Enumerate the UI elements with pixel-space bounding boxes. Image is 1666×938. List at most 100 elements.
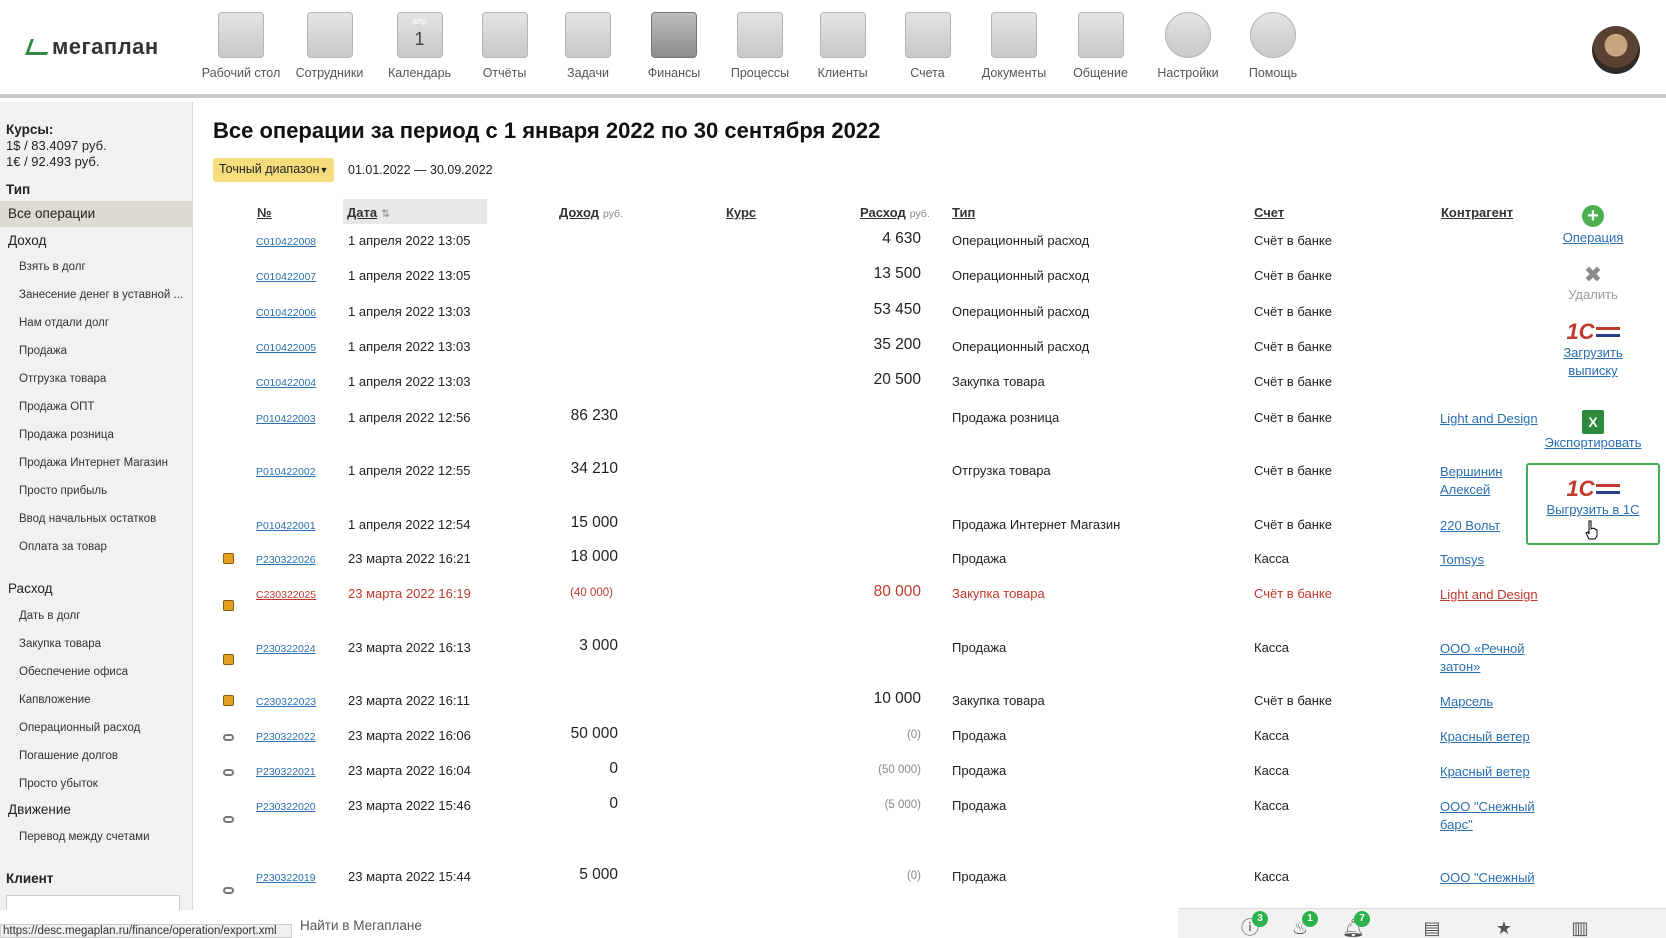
sidebar-item-all-operations[interactable]: Все операции [0, 201, 192, 227]
sidebar-item-expense[interactable]: Расход [0, 581, 61, 596]
sidebar-subitem[interactable]: Дать в долг [19, 610, 187, 622]
sidebar-subitem[interactable]: Отгрузка товара [19, 373, 187, 385]
star-icon[interactable]: ★ [1494, 919, 1514, 937]
nav-item-11[interactable]: Настройки [1144, 12, 1232, 88]
counterparty-link[interactable]: Tomsys [1440, 551, 1540, 569]
nav-item-5[interactable]: Финансы [629, 12, 719, 88]
sidebar-subitem[interactable]: Перевод между счетами [19, 831, 187, 843]
book-icon[interactable]: ▥ [1570, 919, 1590, 937]
page-title: Все операции за период с 1 января 2022 п… [213, 118, 881, 143]
bell-icon[interactable]: 🔔︎ 7 [1342, 911, 1370, 937]
counterparty-link[interactable]: ООО "Снежный [1440, 869, 1540, 887]
sidebar-subitem[interactable]: Занесение денег в уставной ... [19, 289, 187, 301]
counterparty-link[interactable]: Вершинин Алексей [1440, 463, 1540, 499]
operation-number-link[interactable]: C230322025 [256, 589, 316, 601]
sidebar-subitem[interactable]: Просто прибыль [19, 485, 187, 497]
operation-type: Продажа [952, 869, 1007, 884]
nav-item-7[interactable]: Клиенты [801, 12, 884, 88]
col-expense[interactable]: Расход руб. [860, 205, 930, 220]
expense-amount: 13 500 [873, 265, 921, 282]
operation-account: Счёт в банке [1254, 374, 1332, 389]
operation-number-link[interactable]: C010422006 [256, 307, 316, 319]
megaplan-logo[interactable]: мегаплан [25, 34, 159, 60]
operation-date: 1 апреля 2022 13:03 [348, 339, 471, 354]
sidebar-subitem[interactable]: Операционный расход [19, 722, 187, 734]
nav-item-9[interactable]: Документы [971, 12, 1057, 88]
sidebar-subitem[interactable]: Продажа ОПТ [19, 401, 187, 413]
operation-date: 1 апреля 2022 13:05 [348, 268, 471, 283]
operation-number-link[interactable]: P230322022 [256, 731, 316, 743]
col-income[interactable]: Доход руб. [559, 205, 623, 220]
global-search-input[interactable]: Найти в Мегаплане [300, 918, 422, 933]
operation-number-link[interactable]: P230322019 [256, 872, 316, 884]
col-account[interactable]: Счет [1254, 205, 1284, 220]
load-statement-button[interactable]: 1С Загрузить выписку [1528, 320, 1658, 380]
nav-item-3[interactable]: Отчёты [462, 12, 547, 88]
nav-item-12[interactable]: Помощь [1232, 12, 1314, 88]
counterparty-link[interactable]: Light and Design [1440, 410, 1540, 428]
operation-number-link[interactable]: C230322023 [256, 696, 316, 708]
counterparty-link[interactable]: Красный ветер [1440, 728, 1540, 746]
operation-number-link[interactable]: P010422003 [256, 413, 316, 425]
counterparty-link[interactable]: ООО «Речной затон» [1440, 640, 1540, 676]
counterparty-link[interactable]: ООО "Снежный барс" [1440, 798, 1540, 834]
counterparty-link[interactable]: Light and Design [1440, 586, 1540, 604]
expense-amount: 53 450 [873, 301, 921, 318]
avatar[interactable] [1592, 26, 1640, 74]
operation-number-link[interactable]: P010422002 [256, 466, 316, 478]
sidebar-subitem[interactable]: Капвложение [19, 694, 187, 706]
counterparty-link[interactable]: Марсель [1440, 693, 1540, 711]
nav-item-4[interactable]: Задачи [547, 12, 629, 88]
operation-account: Счёт в банке [1254, 463, 1332, 478]
delete-button[interactable]: ✖ Удалить [1528, 264, 1658, 304]
nav-item-label: Финансы [647, 66, 701, 80]
operation-number-link[interactable]: P010422001 [256, 520, 316, 532]
range-dropdown[interactable]: Точный диапазон▼ [213, 158, 335, 182]
sidebar-subitem[interactable]: Нам отдали долг [19, 317, 187, 329]
add-operation-button[interactable]: + Операция [1528, 205, 1658, 247]
sidebar-subitem[interactable]: Закупка товара [19, 638, 187, 650]
nav-item-label: Рабочий стол [201, 66, 281, 80]
sidebar-subitem[interactable]: Продажа Интернет Магазин [19, 457, 187, 469]
money-bag-icon [223, 600, 234, 611]
operation-number-link[interactable]: C010422008 [256, 236, 316, 248]
sidebar-item-movement[interactable]: Движение [0, 802, 79, 817]
sidebar-subitem[interactable]: Взять в долг [19, 261, 187, 273]
client-filter-input[interactable] [6, 895, 180, 910]
nav-item-1[interactable]: Сотрудники [282, 12, 377, 88]
sidebar-subitem[interactable]: Просто убыток [19, 778, 187, 790]
operation-number-link[interactable]: C010422007 [256, 271, 316, 283]
operation-number-link[interactable]: P230322021 [256, 766, 316, 778]
counterparty-link[interactable]: 220 Вольт [1440, 517, 1540, 535]
sidebar-item-income[interactable]: Доход [0, 233, 54, 248]
operation-number-link[interactable]: P230322024 [256, 643, 316, 655]
counterparty-link[interactable]: Красный ветер [1440, 763, 1540, 781]
col-num[interactable]: № [257, 205, 272, 220]
col-date[interactable]: Дата ⇅ [347, 205, 390, 220]
sidebar-subitem[interactable]: Оплата за товар [19, 541, 187, 553]
plus-icon: + [1582, 205, 1604, 227]
chat-icon[interactable]: ▤ [1422, 919, 1442, 937]
col-counterparty[interactable]: Контрагент [1441, 205, 1513, 220]
sidebar-subitem[interactable]: Ввод начальных остатков [19, 513, 187, 525]
sidebar-subitem[interactable]: Обеспечение офиса [19, 666, 187, 678]
sidebar-subitem[interactable]: Продажа [19, 345, 187, 357]
operation-number-link[interactable]: P230322026 [256, 554, 316, 566]
nav-item-8[interactable]: Счета [884, 12, 971, 88]
nav-item-10[interactable]: Общение [1057, 12, 1144, 88]
nav-item-6[interactable]: Процессы [719, 12, 801, 88]
col-type[interactable]: Тип [952, 205, 975, 220]
col-rate[interactable]: Курс [726, 205, 756, 220]
operation-number-link[interactable]: P230322020 [256, 801, 316, 813]
nav-item-0[interactable]: Рабочий стол [200, 12, 282, 88]
nav-item-2[interactable]: апр 1 Календарь [377, 12, 462, 88]
operation-number-link[interactable]: C010422005 [256, 342, 316, 354]
range-value[interactable]: 01.01.2022 — 30.09.2022 [348, 163, 493, 177]
col-expense-unit: руб. [909, 208, 930, 220]
operation-number-link[interactable]: C010422004 [256, 377, 316, 389]
sidebar-subitem[interactable]: Погашение долгов [19, 750, 187, 762]
sidebar-subitem[interactable]: Продажа розница [19, 429, 187, 441]
export-button[interactable]: X Экспортировать [1528, 410, 1658, 452]
fire-icon[interactable]: ♨ 1 [1290, 911, 1318, 937]
alert-icon[interactable]: ⓘ 3 [1240, 911, 1268, 937]
